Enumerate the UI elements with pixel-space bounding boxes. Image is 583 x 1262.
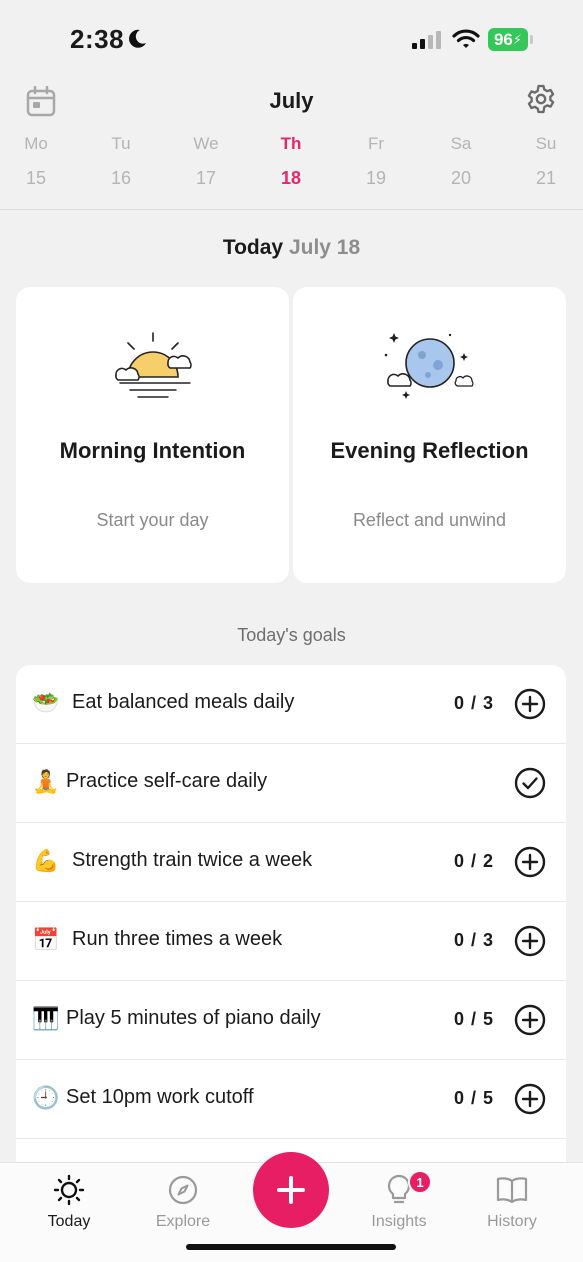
- today-heading: Today July 18: [0, 236, 583, 260]
- day-name: Mo: [24, 134, 48, 153]
- gear-icon[interactable]: [526, 84, 556, 119]
- add-progress-button[interactable]: [514, 1004, 546, 1041]
- goal-row[interactable]: 🧘 Practice self-care daily: [16, 744, 566, 823]
- add-progress-button[interactable]: [514, 688, 546, 725]
- goal-count: 0 / 5: [453, 1009, 494, 1029]
- add-progress-button[interactable]: [514, 925, 546, 962]
- day-number: 18: [280, 168, 302, 188]
- tab-insights[interactable]: Insights: [349, 1173, 449, 1231]
- day-tuesday[interactable]: Tu 16: [91, 134, 151, 189]
- cellular-signal-icon: [412, 30, 442, 55]
- day-saturday[interactable]: Sa 20: [431, 134, 491, 189]
- goal-label: Set 10pm work cutoff: [66, 1086, 254, 1108]
- lightbulb-icon: [349, 1173, 449, 1207]
- flexed-biceps-icon: 💪: [32, 848, 60, 873]
- tab-label: Explore: [155, 1213, 211, 1230]
- goal-count: 0 / 3: [453, 930, 494, 950]
- tab-label: Insights: [371, 1213, 427, 1230]
- plus-icon: [277, 1176, 305, 1204]
- goal-label: Run three times a week: [72, 928, 283, 950]
- do-not-disturb-icon: [126, 28, 148, 55]
- card-subtitle: Start your day: [96, 510, 209, 530]
- morning-intention-card[interactable]: Morning Intention Start your day: [16, 287, 289, 583]
- day-name: Sa: [450, 134, 472, 153]
- today-date: July 18: [288, 236, 361, 259]
- card-title: Evening Reflection: [330, 438, 529, 463]
- day-number: 21: [535, 168, 557, 188]
- card-subtitle: Reflect and unwind: [352, 510, 507, 530]
- day-number: 19: [365, 168, 387, 188]
- goal-count: 0 / 3: [453, 693, 494, 713]
- tab-label: History: [487, 1213, 537, 1230]
- tab-history[interactable]: History: [462, 1173, 562, 1231]
- battery-level: 96: [493, 29, 513, 49]
- day-name: We: [193, 134, 219, 153]
- today-label: Today: [222, 236, 284, 259]
- status-bar: 2:38 96 ⚡: [0, 0, 583, 82]
- clock-icon: 🕘: [32, 1085, 60, 1110]
- insights-badge: 1: [408, 1170, 432, 1194]
- goal-label: Practice self-care daily: [66, 770, 268, 792]
- goals-list: 🥗 Eat balanced meals daily 0 / 3 🧘 Pract…: [16, 665, 566, 1165]
- day-thursday[interactable]: Th 18: [261, 134, 321, 189]
- card-title: Morning Intention: [59, 438, 246, 463]
- day-name: Tu: [111, 134, 131, 153]
- add-progress-button[interactable]: [514, 846, 546, 883]
- completed-check-button[interactable]: [514, 767, 546, 804]
- day-number: 16: [110, 168, 132, 188]
- evening-reflection-card[interactable]: Evening Reflection Reflect and unwind: [293, 287, 566, 583]
- battery-indicator: 96 ⚡: [488, 28, 528, 51]
- add-button[interactable]: [253, 1152, 329, 1228]
- goal-row[interactable]: 📅 Run three times a week 0 / 3: [16, 902, 566, 981]
- goal-row[interactable]: 🕘 Set 10pm work cutoff 0 / 5: [16, 1060, 566, 1139]
- goals-section-title: Today's goals: [237, 625, 346, 645]
- piano-keys-icon: 🎹: [32, 1006, 60, 1031]
- compass-icon: [133, 1173, 233, 1207]
- goal-row[interactable]: 🥗 Eat balanced meals daily 0 / 3: [16, 665, 566, 744]
- day-number: 20: [450, 168, 472, 188]
- month-title[interactable]: July: [0, 88, 583, 114]
- tab-today[interactable]: Today: [19, 1173, 119, 1231]
- goal-label: Eat balanced meals daily: [72, 691, 295, 713]
- day-name: Th: [280, 134, 302, 153]
- tab-label: Today: [47, 1213, 91, 1230]
- sun-icon: [19, 1173, 119, 1207]
- wifi-icon: [452, 28, 480, 55]
- day-monday[interactable]: Mo 15: [6, 134, 66, 189]
- tab-explore[interactable]: Explore: [133, 1173, 233, 1231]
- calendar-header: July Mo 15 Tu 16 We 17 Th 18 Fr 19 Sa 20…: [0, 82, 583, 210]
- goal-label: Play 5 minutes of piano daily: [66, 1007, 321, 1029]
- day-number: 17: [195, 168, 217, 188]
- battery-nub: [530, 35, 533, 44]
- goal-label: Strength train twice a week: [72, 849, 313, 871]
- meditation-icon: 🧘: [32, 769, 60, 794]
- home-indicator[interactable]: [186, 1244, 396, 1250]
- day-number: 15: [25, 168, 47, 188]
- book-icon: [462, 1173, 562, 1207]
- day-sunday[interactable]: Su 21: [516, 134, 576, 189]
- status-time: 2:38: [70, 24, 125, 54]
- day-wednesday[interactable]: We 17: [176, 134, 236, 189]
- goal-count: 0 / 2: [453, 851, 494, 871]
- goal-row[interactable]: 💪 Strength train twice a week 0 / 2: [16, 823, 566, 902]
- add-progress-button[interactable]: [514, 1083, 546, 1120]
- calendar-page-icon: 📅: [32, 927, 60, 952]
- goal-count: 0 / 5: [453, 1088, 494, 1108]
- day-name: Fr: [367, 134, 385, 153]
- salad-icon: 🥗: [32, 690, 60, 715]
- day-name: Su: [535, 134, 557, 153]
- goal-row[interactable]: 🎹 Play 5 minutes of piano daily 0 / 5: [16, 981, 566, 1060]
- sunrise-icon: [16, 331, 289, 407]
- moon-icon: [293, 331, 566, 407]
- day-friday[interactable]: Fr 19: [346, 134, 406, 189]
